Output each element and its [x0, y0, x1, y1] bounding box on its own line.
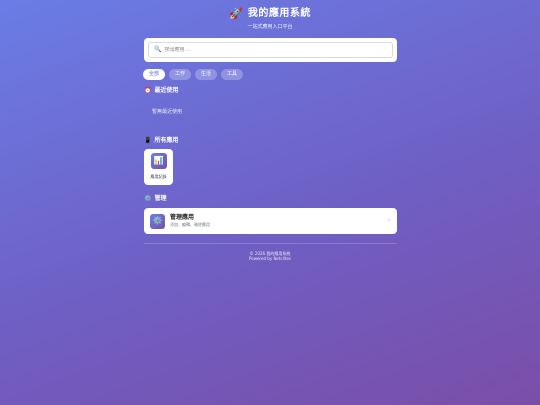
mobile-phone-icon: 📱 [144, 137, 152, 144]
manage-section-label: 管理 [154, 195, 167, 202]
manage-card-text: 管理應用 添加、編輯、刪除應用 [170, 214, 388, 228]
recent-section-title: ⏰ 最近使用 [144, 87, 179, 95]
app-card-label: 應用記錄 [150, 174, 167, 179]
all-apps-section-label: 所有應用 [154, 137, 179, 144]
footer-powered-by: Powered by Netclites [248, 256, 291, 261]
bar-chart-icon: 📊 [150, 153, 167, 169]
recent-empty-text: 暫無最近使用 [152, 109, 183, 115]
footer-divider [144, 243, 397, 244]
recent-section-label: 最近使用 [154, 87, 179, 94]
all-apps-section-title: 📱 所有應用 [144, 137, 179, 145]
search-input[interactable] [164, 47, 392, 53]
chevron-right-icon: › [387, 217, 390, 224]
manage-card-description: 添加、編輯、刪除應用 [170, 222, 210, 227]
app-card[interactable]: 📊 應用記錄 [144, 149, 173, 185]
page-header: 🚀 我的應用系統 一站式應用入口平台 [0, 8, 540, 31]
tab-tools[interactable]: 工具 [221, 69, 244, 80]
title-row: 🚀 我的應用系統 [0, 8, 540, 20]
rocket-icon: 🚀 [229, 7, 243, 20]
page-footer: © 2026 我的應用系統 Powered by Netclites [0, 251, 540, 261]
category-tabs: 全部 工作 生活 工具 [143, 69, 244, 80]
search-box: 🔍 [144, 38, 397, 62]
manage-section-title: ⚙️ 管理 [144, 195, 167, 203]
page-subtitle: 一站式應用入口平台 [247, 24, 293, 30]
tab-all[interactable]: 全部 [143, 69, 166, 80]
tab-work[interactable]: 工作 [169, 69, 192, 80]
tab-life[interactable]: 生活 [195, 69, 218, 80]
manage-gear-icon: ⚙️ [150, 213, 165, 229]
page-title: 我的應用系統 [247, 8, 311, 19]
alarm-clock-icon: ⏰ [144, 87, 152, 94]
manage-apps-card[interactable]: ⚙️ 管理應用 添加、編輯、刪除應用 › [144, 208, 397, 234]
manage-card-title: 管理應用 [170, 214, 195, 221]
search-field[interactable]: 🔍 [148, 42, 393, 58]
search-icon: 🔍 [154, 46, 162, 53]
gear-icon: ⚙️ [144, 195, 152, 202]
